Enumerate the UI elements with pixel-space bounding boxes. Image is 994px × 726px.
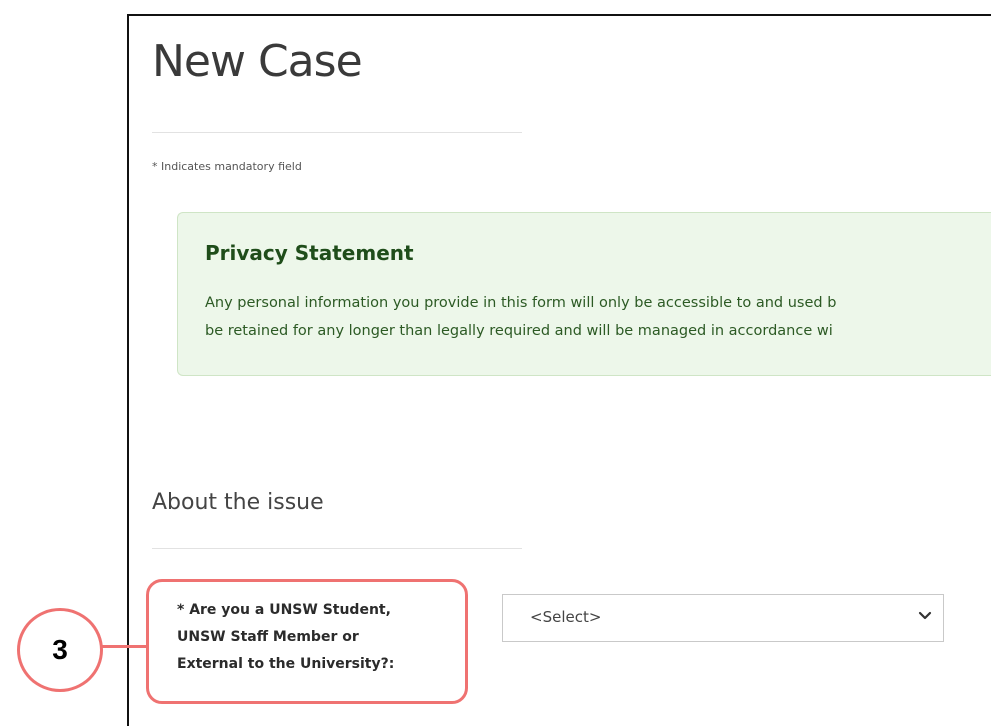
privacy-line-2: be retained for any longer than legally … xyxy=(205,323,833,339)
callout-number-badge: 3 xyxy=(17,608,103,692)
select-value: <Select> xyxy=(530,608,602,626)
privacy-heading: Privacy Statement xyxy=(205,241,414,265)
privacy-statement-box: Privacy Statement Any personal informati… xyxy=(177,212,991,376)
privacy-text: Any personal information you provide in … xyxy=(205,289,991,345)
user-type-select[interactable]: <Select> xyxy=(502,594,944,642)
chevron-down-icon xyxy=(918,611,932,620)
mandatory-note: * Indicates mandatory field xyxy=(152,160,302,173)
section-divider xyxy=(152,548,522,549)
section-title: About the issue xyxy=(152,490,324,515)
privacy-line-1: Any personal information you provide in … xyxy=(205,295,837,311)
callout-connector-line xyxy=(101,645,146,648)
page-title: New Case xyxy=(152,36,363,87)
title-divider xyxy=(152,132,522,133)
callout-highlight-box xyxy=(146,579,468,704)
